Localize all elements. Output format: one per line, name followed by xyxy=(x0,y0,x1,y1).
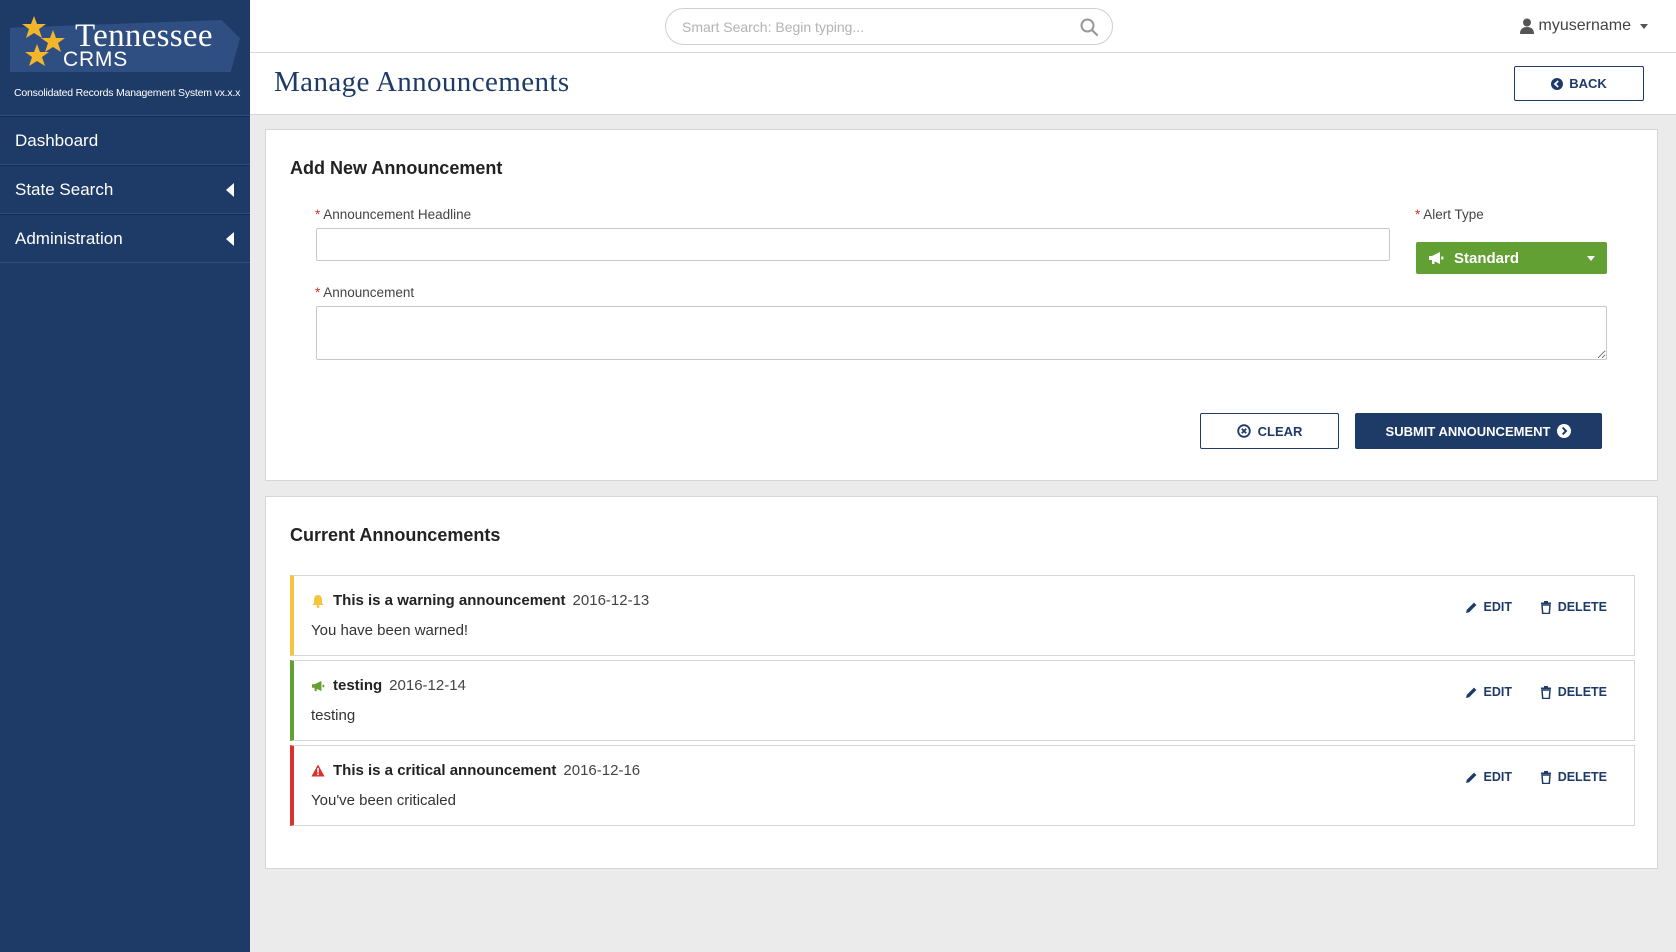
announcement-item-standard: testing 2016-12-14 testing EDIT DELETE xyxy=(290,660,1635,741)
clear-button[interactable]: CLEAR xyxy=(1200,413,1339,449)
sidebar: Tennessee CRMS Consolidated Records Mana… xyxy=(0,0,250,952)
trash-icon xyxy=(1540,600,1551,614)
back-button[interactable]: BACK xyxy=(1514,66,1644,101)
sidebar-item-label: Administration xyxy=(15,228,123,248)
trash-icon xyxy=(1540,770,1551,784)
sidebar-nav: Dashboard State Search Administration xyxy=(0,115,250,263)
smart-search xyxy=(665,8,1113,45)
announcement-item-critical: This is a critical announcement 2016-12-… xyxy=(290,745,1635,826)
clear-button-label: CLEAR xyxy=(1257,423,1303,439)
headline-label-text: Announcement Headline xyxy=(323,207,472,222)
pencil-icon xyxy=(1465,687,1476,698)
caret-left-icon xyxy=(226,231,234,246)
delete-label: DELETE xyxy=(1557,770,1607,784)
announcement-body: You have been warned! xyxy=(311,622,469,639)
chevron-down-icon xyxy=(1587,255,1595,261)
announcement-item-warning: This is a warning announcement 2016-12-1… xyxy=(290,575,1635,656)
logo-subtitle: CRMS xyxy=(63,48,129,71)
announcement-date: 2016-12-14 xyxy=(389,677,466,694)
delete-button[interactable]: DELETE xyxy=(1540,685,1607,699)
user-menu[interactable]: myusername xyxy=(1519,17,1648,35)
bell-icon xyxy=(312,594,324,608)
app-tagline: Consolidated Records Management System v… xyxy=(14,87,241,99)
alert-type-label: * Alert Type xyxy=(1415,207,1484,222)
submit-button-label: SUBMIT ANNOUNCEMENT xyxy=(1385,423,1551,439)
sidebar-item-label: State Search xyxy=(15,179,114,199)
logo[interactable]: Tennessee CRMS Consolidated Records Mana… xyxy=(0,0,250,115)
edit-label: EDIT xyxy=(1483,770,1512,784)
top-bar: myusername xyxy=(250,0,1676,53)
announcement-body: You've been criticaled xyxy=(311,792,456,809)
alert-type-value: Standard xyxy=(1454,249,1520,267)
add-announcement-panel: Add New Announcement * Announcement Headl… xyxy=(265,129,1658,481)
headline-label: * Announcement Headline xyxy=(315,207,471,222)
page-header: Manage Announcements BACK xyxy=(250,53,1676,115)
announcement-title: testing xyxy=(333,677,383,694)
add-announcement-heading: Add New Announcement xyxy=(290,158,503,178)
delete-label: DELETE xyxy=(1557,685,1607,699)
edit-button[interactable]: EDIT xyxy=(1465,685,1512,699)
edit-button[interactable]: EDIT xyxy=(1465,770,1512,784)
username: myusername xyxy=(1538,17,1631,34)
announcement-header: This is a critical announcement 2016-12-… xyxy=(311,762,640,779)
search-icon[interactable] xyxy=(1080,18,1098,36)
announcement-date: 2016-12-16 xyxy=(563,762,641,779)
chevron-down-icon xyxy=(1640,23,1648,29)
search-input[interactable] xyxy=(682,18,1080,35)
times-circle-icon xyxy=(1236,424,1251,438)
edit-label: EDIT xyxy=(1483,685,1512,699)
trash-icon xyxy=(1540,685,1551,699)
caret-left-icon xyxy=(226,182,234,197)
current-announcements-panel: Current Announcements This is a warning … xyxy=(265,496,1658,869)
announcement-headline-input[interactable] xyxy=(316,228,1390,261)
announcement-label-text: Announcement xyxy=(323,285,415,300)
sidebar-item-state-search[interactable]: State Search xyxy=(0,165,250,214)
announcement-title: This is a critical announcement xyxy=(333,762,557,779)
announcement-body: testing xyxy=(311,707,356,724)
announcement-header: This is a warning announcement 2016-12-1… xyxy=(311,592,649,609)
announcement-date: 2016-12-13 xyxy=(572,592,650,609)
current-announcements-heading: Current Announcements xyxy=(290,525,501,545)
user-icon xyxy=(1519,18,1534,34)
pencil-icon xyxy=(1465,602,1476,613)
megaphone-icon xyxy=(312,680,325,691)
arrow-left-circle-icon xyxy=(1551,77,1564,90)
required-marker: * xyxy=(1415,207,1421,222)
sidebar-item-label: Dashboard xyxy=(15,130,99,150)
alert-type-select[interactable]: Standard xyxy=(1416,242,1607,274)
delete-button[interactable]: DELETE xyxy=(1540,600,1607,614)
submit-announcement-button[interactable]: SUBMIT ANNOUNCEMENT xyxy=(1355,413,1602,449)
sidebar-item-administration[interactable]: Administration xyxy=(0,214,250,263)
delete-label: DELETE xyxy=(1557,600,1607,614)
announcement-header: testing 2016-12-14 xyxy=(311,677,466,694)
sidebar-item-dashboard[interactable]: Dashboard xyxy=(0,116,250,165)
edit-label: EDIT xyxy=(1483,600,1512,614)
page-title: Manage Announcements xyxy=(274,66,570,98)
alert-type-label-text: Alert Type xyxy=(1423,207,1484,222)
edit-button[interactable]: EDIT xyxy=(1465,600,1512,614)
megaphone-icon xyxy=(1429,252,1444,264)
announcement-textarea[interactable] xyxy=(316,306,1607,360)
announcement-title: This is a warning announcement xyxy=(333,592,566,609)
pencil-icon xyxy=(1465,772,1476,783)
arrow-right-circle-icon xyxy=(1557,424,1572,438)
required-marker: * xyxy=(315,207,321,222)
back-button-label: BACK xyxy=(1569,76,1607,91)
required-marker: * xyxy=(315,285,321,300)
announcement-label: * Announcement xyxy=(315,285,414,300)
warning-triangle-icon xyxy=(311,764,325,777)
delete-button[interactable]: DELETE xyxy=(1540,770,1607,784)
